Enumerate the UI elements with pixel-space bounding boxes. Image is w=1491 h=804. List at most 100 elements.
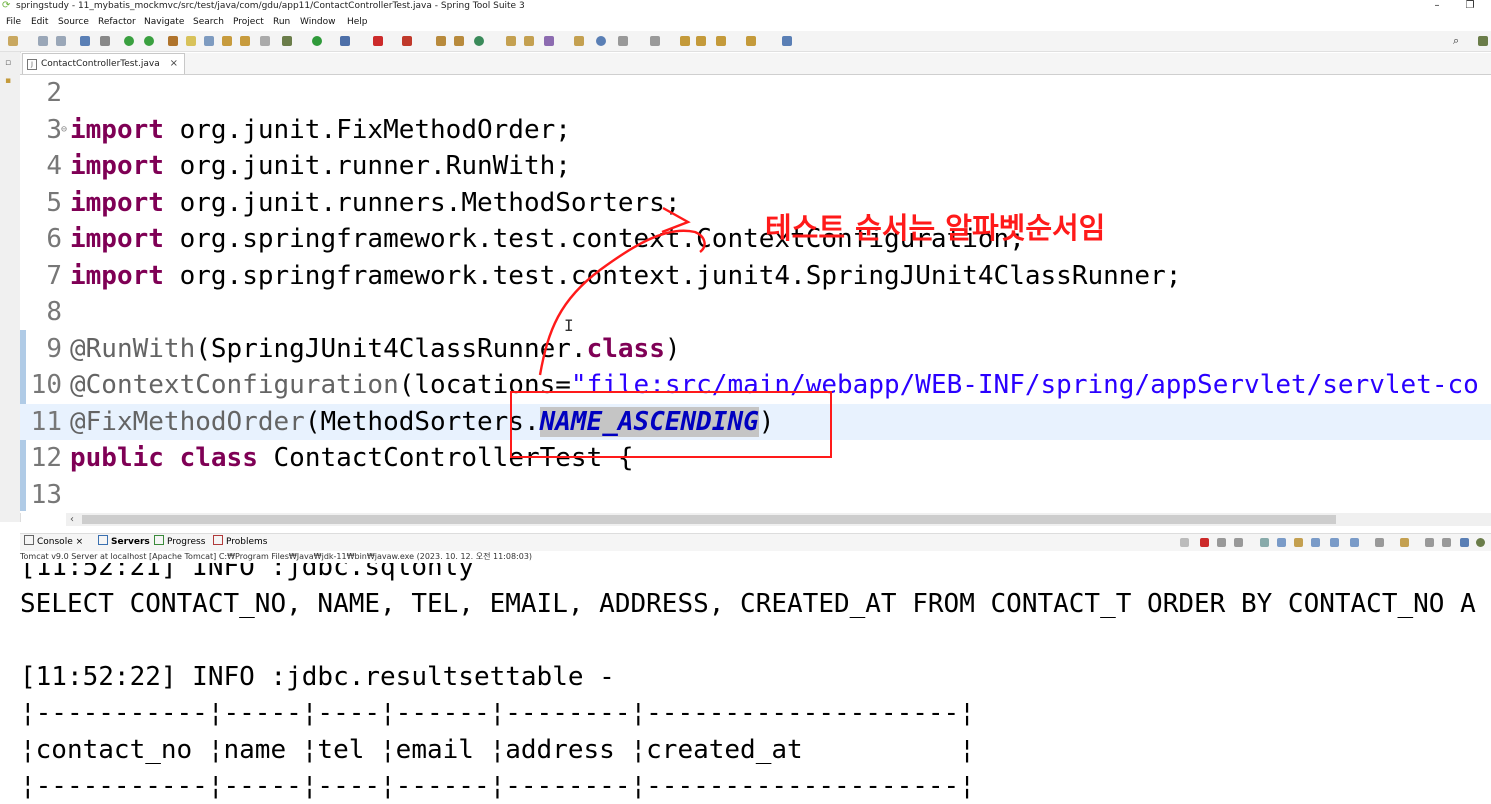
- open-folder-icon[interactable]: [506, 36, 516, 46]
- back-arrow-icon[interactable]: [716, 36, 726, 46]
- task-icon[interactable]: [168, 36, 178, 46]
- close-icon[interactable]: ×: [76, 537, 84, 547]
- code-editor[interactable]: 2 3 ⊖ import org.junit.FixMethodOrder; 4 impo…: [20, 75, 1491, 513]
- maximize-view-icon[interactable]: [1442, 538, 1451, 547]
- debug-icon[interactable]: [282, 36, 292, 46]
- package-explorer-icon[interactable]: ▪: [5, 76, 11, 86]
- code-token: public: [70, 443, 164, 473]
- save-icon[interactable]: [38, 36, 48, 46]
- restore-view-icon[interactable]: ▫: [5, 58, 11, 68]
- pen-icon[interactable]: [544, 36, 554, 46]
- scrollbar-thumb[interactable]: [82, 515, 1336, 524]
- console-process-label: Tomcat v9.0 Server at localhost [Apache …: [20, 552, 533, 561]
- lock-icon[interactable]: [1180, 538, 1189, 547]
- next-annotation-icon[interactable]: [618, 36, 628, 46]
- editor-horizontal-scrollbar[interactable]: ‹: [66, 513, 1491, 526]
- code-line[interactable]: 11 @FixMethodOrder(MethodSorters.NAME_ASC…: [20, 403, 1491, 440]
- remove-all-icon[interactable]: [1234, 538, 1243, 547]
- code-line[interactable]: 13: [20, 477, 1491, 513]
- show-stderr-icon[interactable]: [1330, 538, 1339, 547]
- tab-servers[interactable]: Servers: [98, 534, 150, 551]
- menu-file[interactable]: File: [6, 14, 21, 30]
- run-icon[interactable]: [312, 36, 322, 46]
- console-output[interactable]: [11:52:21] INFO :jdbc.sqlonly SELECT CONT…: [20, 563, 1491, 804]
- code-line[interactable]: 9 @RunWith(SpringJUnit4ClassRunner.class): [20, 331, 1491, 367]
- terminate-icon[interactable]: [1200, 538, 1209, 547]
- settings-icon[interactable]: [1476, 538, 1485, 547]
- code-line[interactable]: 10 @ContextConfiguration(locations="file:…: [20, 367, 1491, 403]
- coverage-icon[interactable]: [340, 36, 350, 46]
- perspective-icon[interactable]: [1478, 36, 1488, 46]
- scroll-lock-icon[interactable]: [1277, 538, 1286, 547]
- new-package-icon[interactable]: [454, 36, 464, 46]
- code-line[interactable]: 12 public class ContactControllerTest {: [20, 440, 1491, 476]
- new-java-project-icon[interactable]: [436, 36, 446, 46]
- external-tools-icon[interactable]: [402, 36, 412, 46]
- open-resource-icon[interactable]: [240, 36, 250, 46]
- spring-boot-icon[interactable]: [124, 36, 134, 46]
- new-icon[interactable]: [8, 36, 18, 46]
- restore-button[interactable]: ❐: [1460, 0, 1480, 12]
- last-edit-icon[interactable]: [680, 36, 690, 46]
- open-type-icon[interactable]: [222, 36, 232, 46]
- editor-tab-contactcontrollertest[interactable]: J ContactControllerTest.java ×: [22, 53, 185, 74]
- menu-window[interactable]: Window: [300, 14, 336, 30]
- menu-source[interactable]: Source: [58, 14, 89, 30]
- open-task-icon[interactable]: [524, 36, 534, 46]
- open-console-icon[interactable]: [1400, 538, 1409, 547]
- view-menu-icon[interactable]: [1460, 538, 1469, 547]
- refresh-icon[interactable]: [144, 36, 154, 46]
- stop-icon[interactable]: [373, 36, 383, 46]
- console-line: ¦-----------¦-----¦----¦------¦--------¦…: [20, 698, 975, 728]
- menu-project[interactable]: Project: [233, 14, 264, 30]
- code-line[interactable]: 4 import org.junit.runner.RunWith;: [20, 148, 1491, 184]
- tab-problems[interactable]: Problems: [213, 534, 267, 551]
- console-line: ¦-----------¦-----¦----¦------¦--------¦…: [20, 771, 975, 801]
- code-line[interactable]: 8: [20, 294, 1491, 330]
- menu-help[interactable]: Help: [347, 14, 368, 30]
- pin-console-icon[interactable]: [1350, 538, 1359, 547]
- code-line[interactable]: 5 import org.junit.runners.MethodSorters;: [20, 185, 1491, 221]
- forward-arrow-icon[interactable]: [746, 36, 756, 46]
- save-all-icon[interactable]: [56, 36, 66, 46]
- highlight-icon[interactable]: [186, 36, 196, 46]
- back-icon[interactable]: [696, 36, 706, 46]
- code-token: @ContextConfiguration: [70, 370, 399, 400]
- code-line[interactable]: 3 ⊖ import org.junit.FixMethodOrder;: [20, 112, 1491, 148]
- prev-annotation-icon[interactable]: [650, 36, 660, 46]
- annotation-note: 테스트 순서는 알파벳순서임: [765, 211, 1106, 245]
- scroll-left-icon[interactable]: ‹: [70, 513, 74, 526]
- pin-editor-icon[interactable]: [782, 36, 792, 46]
- close-icon[interactable]: ×: [170, 58, 178, 69]
- menu-search[interactable]: Search: [193, 14, 224, 30]
- tab-console[interactable]: Console ×: [24, 534, 83, 551]
- minimize-button[interactable]: –: [1427, 0, 1447, 12]
- code-line[interactable]: 6 import org.springframework.test.context…: [20, 221, 1491, 257]
- minimize-view-icon[interactable]: [1425, 538, 1434, 547]
- code-line[interactable]: 7 import org.springframework.test.context…: [20, 258, 1491, 294]
- search-icon[interactable]: ⌕: [1453, 35, 1463, 46]
- print-icon[interactable]: [80, 36, 90, 46]
- toggle-icon[interactable]: [204, 36, 214, 46]
- menu-refactor[interactable]: Refactor: [98, 14, 136, 30]
- clear-console-icon[interactable]: [1260, 538, 1269, 547]
- remove-launch-icon[interactable]: [1217, 538, 1226, 547]
- tab-problems-label: Problems: [226, 537, 268, 547]
- fold-icon[interactable]: ⊖: [61, 112, 67, 148]
- java-file-icon: J: [27, 59, 37, 70]
- search-folder-icon[interactable]: [574, 36, 584, 46]
- menu-navigate[interactable]: Navigate: [144, 14, 184, 30]
- word-wrap-icon[interactable]: [1294, 538, 1303, 547]
- display-console-icon[interactable]: [1375, 538, 1384, 547]
- globe-icon[interactable]: [596, 36, 606, 46]
- code-token: ): [758, 406, 775, 437]
- link-icon[interactable]: [100, 36, 110, 46]
- show-stdout-icon[interactable]: [1311, 538, 1320, 547]
- code-token: @RunWith: [70, 333, 196, 364]
- menu-edit[interactable]: Edit: [31, 14, 48, 30]
- new-class-icon[interactable]: [474, 36, 484, 46]
- pilcrow-icon[interactable]: [260, 36, 270, 46]
- tab-progress[interactable]: Progress: [154, 534, 205, 551]
- code-line[interactable]: 2: [20, 75, 1491, 111]
- menu-run[interactable]: Run: [273, 14, 290, 30]
